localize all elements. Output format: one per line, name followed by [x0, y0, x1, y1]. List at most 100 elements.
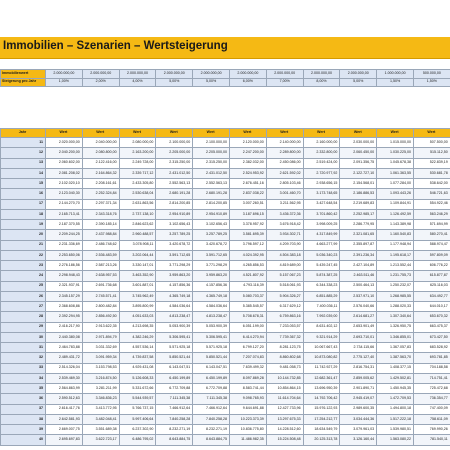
value-cell[interactable]: 3.078.908,11 — [118, 239, 157, 251]
value-cell[interactable]: 1.015.000,00 — [376, 136, 414, 149]
year-cell[interactable]: 33 — [0, 362, 46, 374]
value-cell[interactable]: 1.143.389,98 — [376, 218, 414, 231]
value-cell[interactable]: 6.450.199,89 — [155, 372, 194, 385]
year-cell[interactable]: 19 — [0, 218, 46, 231]
parameter-cell[interactable]: 2.000.000,00 — [118, 69, 157, 79]
value-cell[interactable]: 2.249.728,00 — [118, 157, 157, 169]
value-cell[interactable]: 3.420.678,72 — [155, 239, 194, 251]
value-cell[interactable]: 10.873.080,82 — [302, 352, 341, 364]
value-cell[interactable]: 1.077.284,00 — [376, 177, 414, 190]
value-cell[interactable]: 2.486.748,62 — [81, 239, 120, 251]
year-cell[interactable]: 21 — [0, 239, 46, 251]
value-cell[interactable]: 563.246,29 — [412, 208, 450, 221]
value-cell[interactable]: 2.160.000,00 — [302, 136, 341, 149]
value-cell[interactable]: 7.111.345,38 — [155, 393, 194, 405]
value-cell[interactable]: 1.126.492,59 — [376, 208, 414, 221]
value-cell[interactable]: 4.813.238,47 — [155, 311, 194, 323]
value-cell[interactable]: 2.205.000,00 — [192, 147, 230, 159]
value-cell[interactable]: 2.464.783,88 — [45, 341, 83, 354]
value-cell[interactable]: 1.387.563,70 — [376, 352, 414, 364]
value-cell[interactable]: 5.850.521,44 — [192, 352, 230, 364]
value-cell[interactable]: 2.500.464,13 — [339, 280, 378, 292]
value-cell[interactable]: 2.315.250,00 — [155, 157, 194, 169]
value-cell[interactable]: 2.638.957,53 — [81, 270, 120, 282]
year-cell[interactable]: 15 — [0, 177, 46, 190]
value-cell[interactable]: 15.976.122,93 — [302, 403, 341, 415]
value-cell[interactable]: 7.207.074,83 — [228, 352, 267, 364]
value-cell[interactable]: 663.475,37 — [412, 321, 450, 333]
value-cell[interactable]: 7.840.258,28 — [192, 413, 230, 426]
value-cell[interactable]: 725.472,68 — [412, 382, 450, 395]
value-cell[interactable]: 3.581.695,39 — [228, 229, 267, 241]
value-cell[interactable]: 14.792.706,42 — [302, 393, 341, 405]
value-cell[interactable]: 2.091.356,75 — [339, 157, 378, 169]
value-cell[interactable]: 1.093.443,26 — [376, 188, 414, 200]
value-cell[interactable]: 2.247.200,00 — [228, 147, 267, 159]
parameter-cell[interactable]: 1.000.000,00 — [376, 69, 414, 79]
value-cell[interactable]: 2.390.185,14 — [81, 218, 120, 231]
year-cell[interactable]: 17 — [0, 198, 46, 210]
value-cell[interactable]: 2.913.622,35 — [81, 321, 120, 333]
value-cell[interactable]: 3.601.887,01 — [118, 280, 157, 292]
year-column-header[interactable]: Jahr — [0, 128, 46, 138]
parameter-cell[interactable]: 1,00% — [45, 77, 83, 87]
value-cell[interactable]: 3.102.656,43 — [192, 218, 230, 231]
value-cell[interactable]: 2.081.208,02 — [45, 167, 83, 180]
value-cell[interactable]: 2.140.000,00 — [265, 136, 304, 149]
value-cell[interactable]: 5.439.247,45 — [302, 259, 341, 272]
value-cell[interactable]: 2.737.138,10 — [118, 208, 157, 221]
value-cell[interactable]: 5.306.595,41 — [155, 331, 194, 344]
value-cell[interactable]: 1.061.363,55 — [376, 167, 414, 180]
value-cell[interactable]: 9.098.765,93 — [228, 393, 267, 405]
value-cell[interactable]: 4.504.383,18 — [265, 249, 304, 262]
value-cell[interactable]: 3.153.798,53 — [81, 362, 120, 374]
value-cell[interactable]: 5.157.067,23 — [265, 270, 304, 282]
value-cell[interactable]: 3.187.696,15 — [228, 208, 267, 221]
value-cell[interactable]: 7.840.258,28 — [155, 413, 194, 426]
value-cell[interactable]: 615.877,87 — [412, 270, 450, 282]
value-cell[interactable]: 3.257.789,25 — [155, 229, 194, 241]
parameter-cell[interactable]: 8,00% — [302, 77, 341, 87]
value-cell[interactable]: 4.521.807,92 — [228, 270, 267, 282]
value-cell[interactable]: 4.157.856,36 — [192, 280, 230, 292]
value-cell[interactable]: 625.116,03 — [412, 280, 450, 292]
value-cell[interactable]: 1.346.855,01 — [376, 331, 414, 344]
value-column-header[interactable]: Wert — [45, 128, 83, 138]
value-cell[interactable]: 6.851.885,29 — [302, 290, 341, 303]
value-cell[interactable]: 6.317.629,12 — [265, 300, 304, 313]
value-cell[interactable]: 2.431.012,50 — [192, 167, 230, 180]
value-cell[interactable]: 6.414.270,94 — [228, 331, 267, 344]
value-cell[interactable]: 758.611,09 — [412, 413, 450, 426]
year-cell[interactable]: 32 — [0, 352, 46, 364]
value-cell[interactable]: 2.450.086,00 — [265, 157, 304, 169]
value-cell[interactable]: 2.695.697,83 — [45, 434, 83, 446]
value-cell[interactable]: 8.097.869,28 — [228, 372, 267, 385]
value-cell[interactable]: 14.228.512,60 — [265, 423, 304, 436]
value-cell[interactable]: 7.639.499,32 — [228, 362, 267, 374]
value-cell[interactable]: 3.676.918,42 — [265, 218, 304, 231]
value-cell[interactable]: 3.413.772,95 — [81, 403, 120, 415]
value-cell[interactable]: 2.814.200,85 — [192, 198, 230, 210]
value-cell[interactable]: 3.079.961,03 — [339, 423, 378, 436]
value-cell[interactable]: 4.213.698,35 — [118, 321, 157, 333]
year-cell[interactable]: 25 — [0, 280, 46, 292]
value-cell[interactable]: 644.010,17 — [412, 300, 450, 313]
value-cell[interactable]: 2.837.038,22 — [228, 188, 267, 200]
value-cell[interactable]: 2.564.863,99 — [45, 382, 83, 395]
value-cell[interactable]: 3.959.863,20 — [155, 270, 194, 282]
value-cell[interactable]: 1.307.340,64 — [376, 311, 414, 323]
value-cell[interactable]: 3.001.460,70 — [265, 188, 304, 200]
value-cell[interactable]: 9.321.914,29 — [302, 331, 341, 344]
value-cell[interactable]: 515.112,50 — [412, 147, 450, 159]
value-cell[interactable]: 2.954.910,89 — [155, 208, 194, 221]
value-cell[interactable]: 522.839,19 — [412, 157, 450, 169]
value-cell[interactable]: 8.232.271,19 — [155, 423, 194, 436]
value-cell[interactable]: 8.583.741,44 — [228, 382, 267, 395]
value-cell[interactable]: 2.440.380,08 — [45, 331, 83, 344]
value-cell[interactable]: 2.775.127,40 — [339, 352, 378, 364]
value-cell[interactable]: 5.080.703,37 — [228, 290, 267, 303]
parameter-cell[interactable]: 1,50% — [412, 77, 450, 87]
value-column-header[interactable]: Wert — [118, 128, 157, 138]
value-cell[interactable]: 2.253.650,06 — [45, 249, 83, 262]
value-cell[interactable]: 6.237.302,90 — [118, 423, 157, 436]
